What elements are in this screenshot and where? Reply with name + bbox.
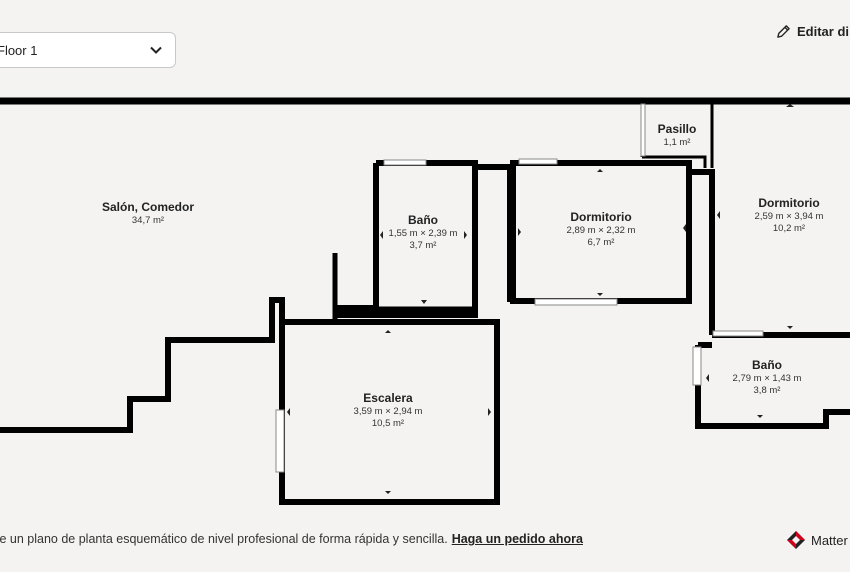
room-area: 10,5 m² <box>371 417 405 429</box>
brand-name: Matter <box>811 532 848 548</box>
wall-dormitorio-2 <box>689 169 715 335</box>
room-area: 34,7 m² <box>131 215 165 226</box>
floorplan-viewer: Salón, Comedor 34,7 m² Pasillo 1,1 m² Ba… <box>0 0 850 572</box>
room-area: 3,8 m² <box>753 384 781 396</box>
room-name: Pasillo <box>657 122 697 136</box>
room-dormitorio-2: Dormitorio 2,59 m × 3,94 m 10,2 m² <box>755 196 824 235</box>
room-escalera: Escalera 3,59 m × 2,94 m 10,5 m² <box>354 391 423 430</box>
room-pasillo: Pasillo 1,1 m² <box>658 122 697 149</box>
room-name: Escalera <box>363 391 413 405</box>
room-name: Salón, Comedor <box>101 200 195 214</box>
room-dimensions: 2,59 m × 3,94 m <box>754 211 824 222</box>
chevron-down-icon <box>150 46 162 54</box>
room-dimensions: 1,55 m × 2,39 m <box>388 228 458 239</box>
room-dimensions: 2,79 m × 1,43 m <box>732 373 802 384</box>
matterport-logo-icon <box>787 531 805 549</box>
room-area: 6,7 m² <box>587 236 615 248</box>
floor-select-value: Floor 1 <box>0 42 38 58</box>
promo-text: te un plano de planta esquemático de niv… <box>0 532 583 546</box>
edit-button-label: Editar di <box>797 24 850 39</box>
promo-message: te un plano de planta esquemático de niv… <box>0 532 448 546</box>
room-salon-comedor: Salón, Comedor 34,7 m² <box>102 200 194 227</box>
wall-corridor <box>475 164 513 302</box>
room-dimensions: 3,59 m × 2,94 m <box>353 406 423 417</box>
room-name: Baño <box>407 213 438 227</box>
wall-salon-steps <box>0 297 285 433</box>
room-area: 10,2 m² <box>772 222 806 234</box>
floor-plan <box>0 97 850 505</box>
edit-button[interactable]: Editar di <box>776 24 849 39</box>
room-dimensions: 2,89 m × 2,32 m <box>566 225 636 236</box>
floor-select[interactable]: Floor 1 <box>0 32 176 68</box>
room-bano-2: Baño 2,79 m × 1,43 m 3,8 m² <box>733 358 802 397</box>
room-area: 1,1 m² <box>663 137 691 148</box>
room-area: 3,7 m² <box>409 239 437 251</box>
room-dormitorio-1: Dormitorio 2,89 m × 2,32 m 6,7 m² <box>567 210 636 249</box>
room-name: Dormitorio <box>570 210 632 224</box>
order-now-link[interactable]: Haga un pedido ahora <box>452 532 583 546</box>
room-name: Baño <box>751 358 782 372</box>
matterport-brand[interactable]: Matter <box>786 530 848 550</box>
room-bano-1: Baño 1,55 m × 2,39 m 3,7 m² <box>389 213 458 252</box>
pencil-icon <box>777 25 790 38</box>
room-name: Dormitorio <box>758 196 820 210</box>
footer: te un plano de planta esquemático de niv… <box>0 530 850 552</box>
